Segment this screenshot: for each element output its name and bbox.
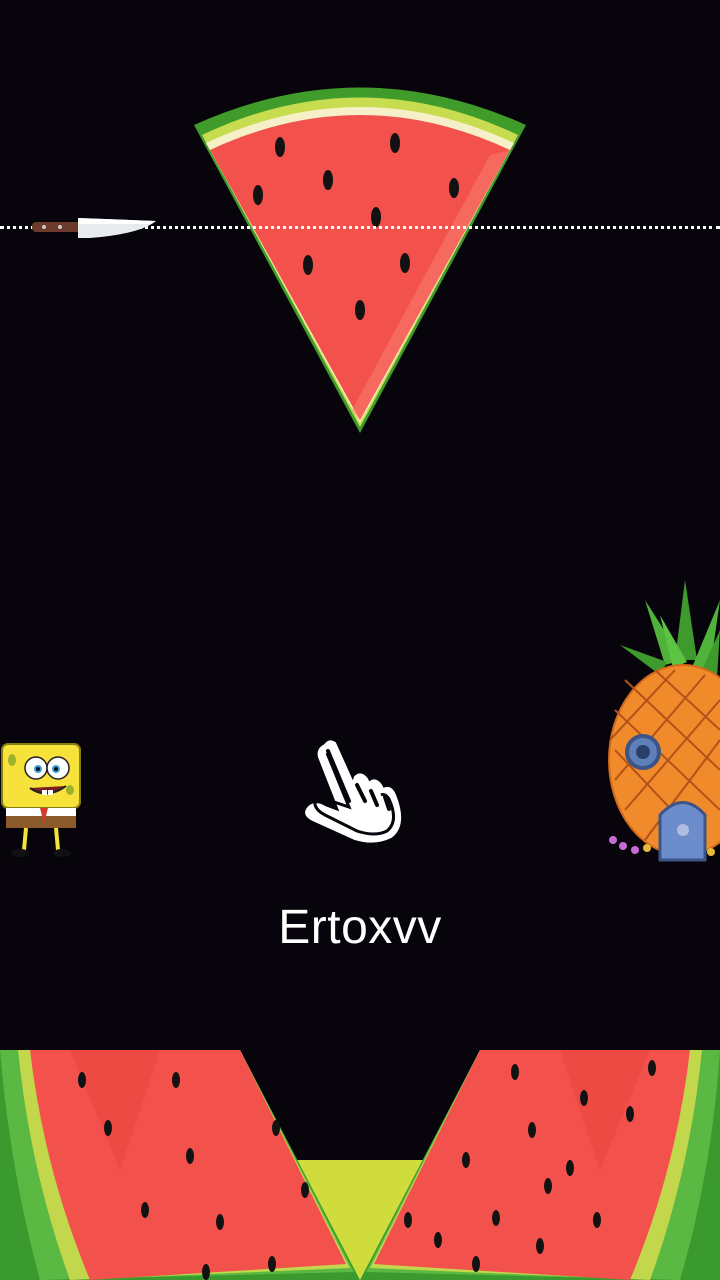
tap-hand-icon	[305, 740, 402, 843]
spongebob-character[interactable]	[0, 740, 85, 860]
watermelon-bottom[interactable]	[0, 1050, 720, 1280]
pineapple-house[interactable]	[605, 580, 720, 865]
game-stage[interactable]: Ertoxvv	[0, 0, 720, 1280]
knife-icon[interactable]	[30, 212, 160, 242]
watermelon-slice-top[interactable]	[180, 55, 540, 445]
player-name-label: Ertoxvv	[278, 901, 442, 954]
